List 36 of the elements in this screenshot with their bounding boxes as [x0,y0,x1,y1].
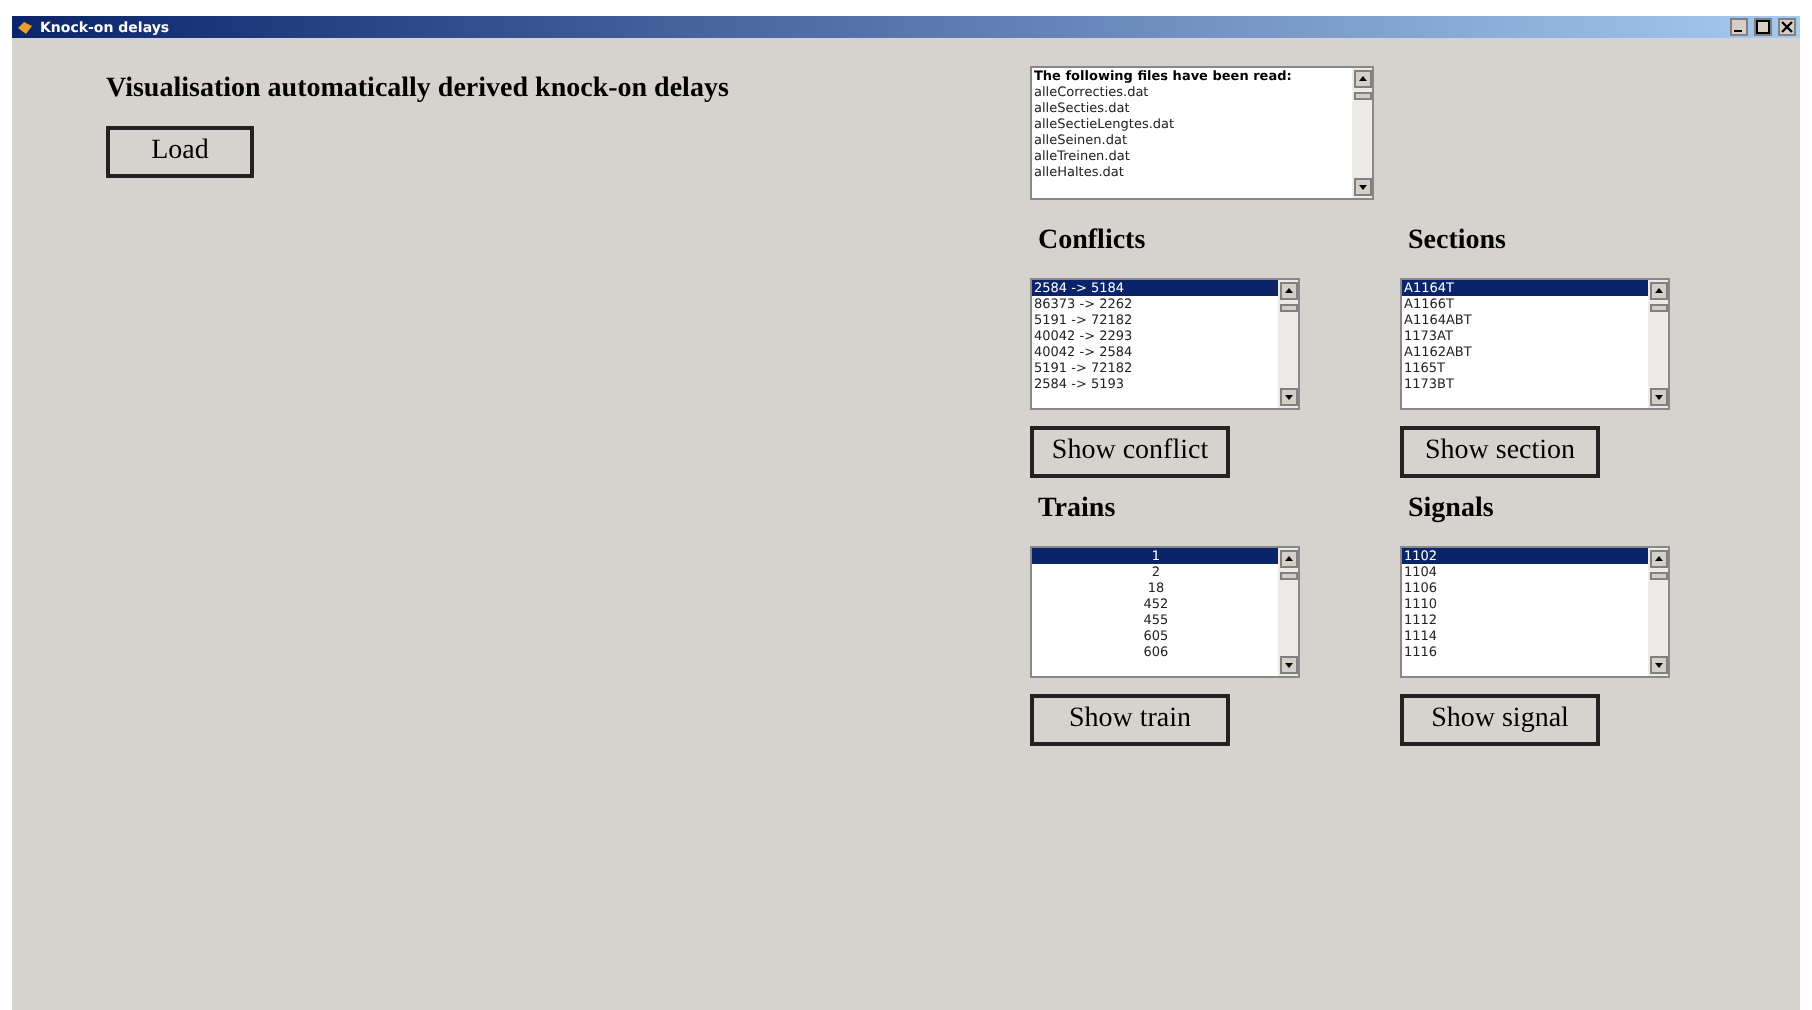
scroll-thumb[interactable] [1649,572,1667,580]
show-button[interactable]: Show train [1030,694,1230,746]
scrollbar[interactable] [1648,548,1668,676]
scroll-down-icon[interactable] [1353,178,1371,196]
panel-title: Trains [1038,494,1118,526]
panel-title: Conflicts [1038,226,1148,258]
scroll-down-icon[interactable] [1649,388,1667,406]
scroll-up-icon[interactable] [1279,550,1297,568]
page-heading: Visualisation automatically derived knock-on delays [106,74,731,106]
minimize-button[interactable] [1730,18,1748,36]
scroll-down-icon[interactable] [1649,656,1667,674]
panel-title: Sections [1408,226,1508,258]
scroll-up-icon[interactable] [1649,282,1667,300]
scroll-thumb[interactable] [1649,304,1667,312]
maximize-icon [1756,20,1770,34]
scrollbar[interactable] [1352,68,1372,198]
scroll-thumb[interactable] [1279,304,1297,312]
app-icon [16,19,34,35]
scroll-up-icon[interactable] [1649,550,1667,568]
scroll-down-icon[interactable] [1279,656,1297,674]
scroll-up-icon[interactable] [1279,282,1297,300]
scrollbar[interactable] [1278,280,1298,408]
scrollbar[interactable] [1278,548,1298,676]
panel-title: Signals [1408,494,1496,526]
scroll-thumb[interactable] [1353,92,1371,100]
close-icon [1780,20,1794,34]
show-button[interactable]: Show conflict [1030,426,1230,478]
show-button[interactable]: Show signal [1400,694,1600,746]
scroll-down-icon[interactable] [1279,388,1297,406]
scroll-up-icon[interactable] [1353,70,1371,88]
load-button[interactable]: Load [106,126,254,178]
scrollbar[interactable] [1648,280,1668,408]
close-button[interactable] [1778,18,1796,36]
scroll-thumb[interactable] [1279,572,1297,580]
show-button[interactable]: Show section [1400,426,1600,478]
maximize-button[interactable] [1754,18,1772,36]
